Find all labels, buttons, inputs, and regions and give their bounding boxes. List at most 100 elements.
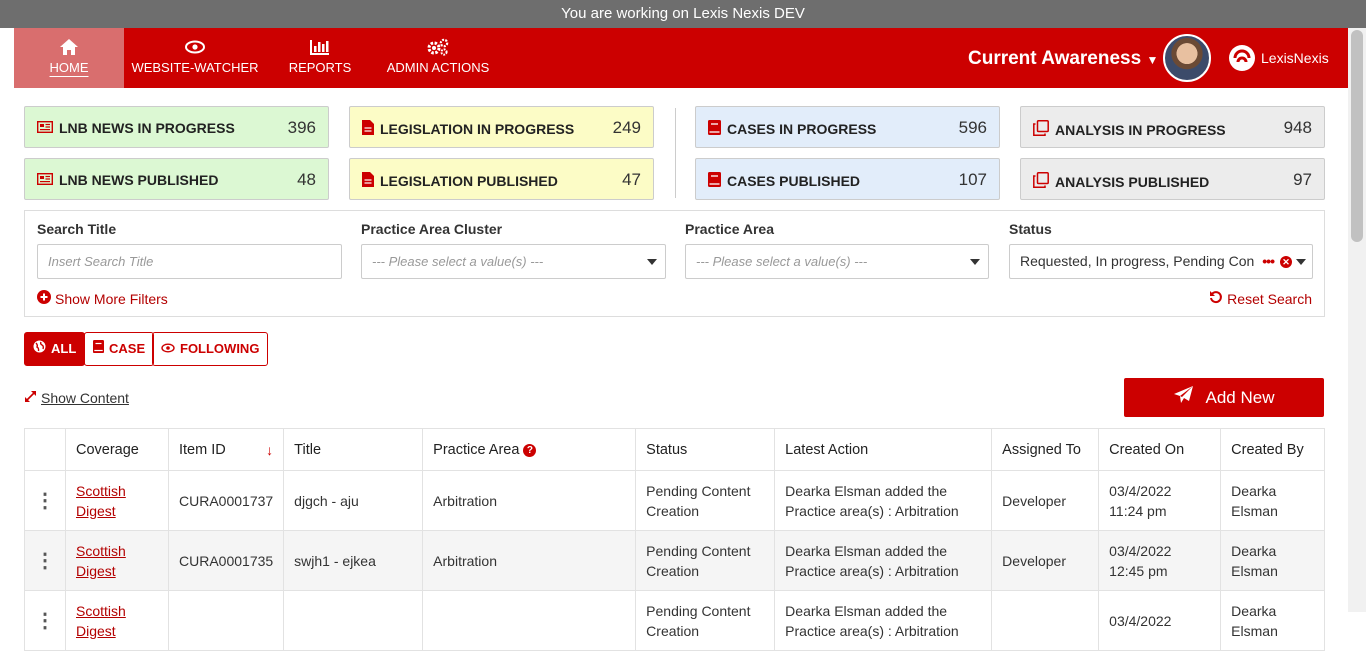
copy-icon <box>1033 172 1049 191</box>
counter-value: 948 <box>1283 118 1312 137</box>
counter-value: 47 <box>622 170 641 189</box>
nav-reports[interactable]: REPORTS <box>276 28 364 88</box>
reset-search-label: Reset Search <box>1227 290 1312 307</box>
nav-website-watcher-label: WEBSITE-WATCHER <box>131 60 259 75</box>
assigned-to-cell <box>991 590 1100 651</box>
counter-value: 97 <box>1293 170 1312 189</box>
table-row: ⋮ Scottish Digest CURA0001737 djgch - aj… <box>24 470 1325 531</box>
question-circle-icon[interactable]: ? <box>523 443 537 457</box>
practice-area-header-label: Practice Area <box>433 441 520 458</box>
counter-label: LEGISLATION PUBLISHED <box>380 173 558 189</box>
tab-following[interactable]: FOLLOWING <box>152 332 269 366</box>
counter-lnb-news-in-progress[interactable]: LNB NEWS IN PROGRESS 396 <box>24 106 329 148</box>
counter-label: ANALYSIS IN PROGRESS <box>1055 121 1226 138</box>
created-on-date: 03/4/2022 <box>1109 482 1172 499</box>
tab-all[interactable]: ALL <box>24 332 86 366</box>
bar-chart-icon <box>276 38 364 56</box>
status-selected-values: Requested, In progress, Pending Con <box>1020 253 1255 269</box>
latest-action-cell: Dearka Elsman added the Practice area(s)… <box>774 530 993 591</box>
item-id-cell <box>167 590 285 651</box>
more-dots-icon: ••• <box>1262 253 1275 269</box>
tab-case[interactable]: CASE <box>84 332 155 366</box>
counter-analysis-in-progress[interactable]: ANALYSIS IN PROGRESS 948 <box>1020 106 1325 148</box>
practice-area-cluster-placeholder: --- Please select a value(s) --- <box>372 254 544 269</box>
globe-icon <box>33 333 46 365</box>
counter-legislation-published[interactable]: LEGISLATION PUBLISHED 47 <box>349 158 654 200</box>
status-select[interactable]: Requested, In progress, Pending Con ••• … <box>1009 244 1313 279</box>
tab-following-label: FOLLOWING <box>180 341 260 356</box>
status-column-header[interactable]: Status <box>635 428 776 471</box>
title-column-header[interactable]: Title <box>283 428 424 471</box>
row-menu-icon[interactable]: ⋮ <box>24 590 66 651</box>
lexisnexis-logo: LexisNexis <box>1226 42 1336 74</box>
nav-reports-label: REPORTS <box>288 60 352 75</box>
row-menu-icon[interactable]: ⋮ <box>24 530 66 591</box>
coverage-column-header[interactable]: Coverage <box>65 428 169 471</box>
reset-search-link[interactable]: Reset Search <box>1209 290 1312 307</box>
status-cell: Pending Content Creation <box>635 590 776 651</box>
counter-cases-in-progress[interactable]: CASES IN PROGRESS 596 <box>695 106 1000 148</box>
assigned-to-column-header[interactable]: Assigned To <box>991 428 1100 471</box>
nav-website-watcher[interactable]: WEBSITE-WATCHER <box>124 28 266 88</box>
clear-icon[interactable]: ✕ <box>1280 256 1292 268</box>
top-navigation: HOME WEBSITE-WATCHER REPORTS ADMIN ACTIO… <box>14 28 1348 88</box>
title-cell: swjh1 - ejkea <box>283 530 424 591</box>
show-more-filters-link[interactable]: Show More Filters <box>37 290 168 307</box>
counter-value: 48 <box>297 170 316 189</box>
book-icon <box>708 172 721 190</box>
file-icon <box>362 172 374 190</box>
item-id-cell: CURA0001737 <box>167 470 285 531</box>
assigned-to-cell: Developer <box>991 470 1100 531</box>
nav-admin-actions-label: ADMIN ACTIONS <box>386 60 490 75</box>
page-scrollbar-thumb[interactable] <box>1351 30 1363 242</box>
created-by-cell: Dearka Elsman <box>1220 530 1325 591</box>
counter-cases-published[interactable]: CASES PUBLISHED 107 <box>695 158 1000 200</box>
latest-action-column-header[interactable]: Latest Action <box>774 428 993 471</box>
counter-label: ANALYSIS PUBLISHED <box>1055 173 1210 190</box>
created-on-cell: 03/4/2022 <box>1098 590 1222 651</box>
copy-icon <box>1033 120 1049 139</box>
counter-lnb-news-published[interactable]: LNB NEWS PUBLISHED 48 <box>24 158 329 200</box>
counter-legislation-in-progress[interactable]: LEGISLATION IN PROGRESS 249 <box>349 106 654 148</box>
search-title-input[interactable]: Insert Search Title <box>37 244 342 279</box>
show-content-label: Show Content <box>41 390 129 406</box>
coverage-link[interactable]: Scottish Digest <box>76 483 126 519</box>
search-title-placeholder: Insert Search Title <box>48 254 154 269</box>
add-new-button[interactable]: Add New <box>1124 378 1324 417</box>
created-by-column-header[interactable]: Created By <box>1220 428 1325 471</box>
item-id-cell: CURA0001735 <box>167 530 285 591</box>
title-cell <box>283 590 424 651</box>
counter-analysis-published[interactable]: ANALYSIS PUBLISHED 97 <box>1020 158 1325 200</box>
environment-banner: You are working on Lexis Nexis DEV <box>0 0 1366 28</box>
eye-icon <box>124 38 266 56</box>
practice-area-select[interactable]: --- Please select a value(s) --- <box>685 244 989 279</box>
nav-home-label: HOME <box>49 60 89 75</box>
created-on-time: 12:45 pm <box>1109 562 1168 579</box>
coverage-link[interactable]: Scottish Digest <box>76 603 126 639</box>
tab-all-label: ALL <box>51 341 77 356</box>
module-switcher[interactable]: Current Awareness ▼ <box>968 48 1158 70</box>
practice-area-cluster-select[interactable]: --- Please select a value(s) --- <box>361 244 666 279</box>
counter-label: CASES PUBLISHED <box>727 173 861 189</box>
show-content-link[interactable]: Show Content <box>24 390 129 406</box>
nav-home[interactable]: HOME <box>14 28 124 88</box>
item-id-column-header[interactable]: Item ID ↓ <box>167 428 285 471</box>
nav-admin-actions[interactable]: ADMIN ACTIONS <box>376 28 500 88</box>
created-on-cell: 03/4/2022 11:24 pm <box>1098 470 1222 531</box>
items-table: Coverage Item ID ↓ Title Practice Area ? … <box>24 428 1325 651</box>
tab-case-label: CASE <box>109 341 146 356</box>
coverage-link[interactable]: Scottish Digest <box>76 543 126 579</box>
created-on-date: 03/4/2022 <box>1109 542 1172 559</box>
newspaper-icon <box>36 172 54 188</box>
row-menu-icon[interactable]: ⋮ <box>24 470 66 531</box>
user-avatar[interactable] <box>1163 34 1211 82</box>
practice-area-cell <box>422 590 637 651</box>
assigned-to-cell: Developer <box>991 530 1100 591</box>
status-cell: Pending Content Creation <box>635 470 776 531</box>
created-on-column-header[interactable]: Created On <box>1098 428 1222 471</box>
status-label: Status <box>1009 221 1052 237</box>
file-icon <box>362 120 374 138</box>
counter-label: LNB NEWS PUBLISHED <box>59 172 219 188</box>
practice-area-column-header[interactable]: Practice Area ? <box>422 428 637 471</box>
coverage-cell: Scottish Digest <box>65 470 169 531</box>
